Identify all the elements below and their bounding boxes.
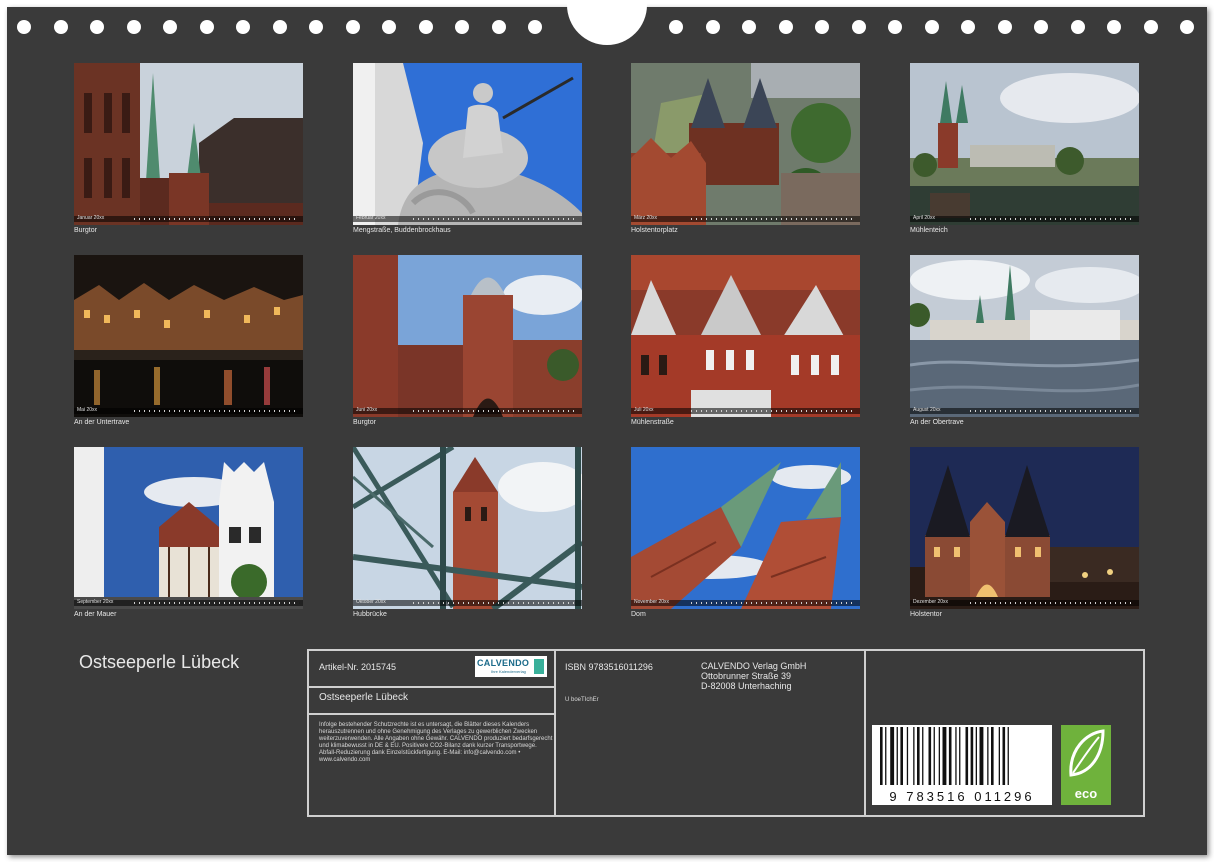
spiral-hole [528,20,542,34]
month-photo-october: Oktober 20xx [353,447,582,609]
spiral-hole [1143,20,1158,34]
month-caption: An der Untertrave [74,419,130,426]
article-number: Artikel-Nr. 2015745 [319,662,397,672]
month-caption: Mühlenteich [910,227,948,234]
spiral-hole [345,20,360,34]
spiral-hole [382,20,396,34]
spiral-hole [236,20,250,34]
month-photo-january: Januar 20xx [74,63,303,225]
spiral-hole [272,20,287,34]
spiral-hole [309,20,323,34]
spiral-hole [126,20,141,34]
divider [309,686,554,688]
barcode-icon [880,727,1009,785]
month-strip: September 20xx [74,599,303,606]
spiral-hole [1107,20,1121,34]
spiral-hole [924,20,939,34]
month-strip: November 20xx [631,599,860,606]
barcode-digits: 9 783516 011296 [889,789,1035,804]
month-strip: Dezember 20xx [910,599,1139,606]
month-caption: Dom [631,611,646,618]
month-caption: Burgtor [353,419,376,426]
leaf-icon [1069,729,1105,777]
month-caption: Hubbrücke [353,611,387,618]
calvendo-logo: CALVENDO Ihre Kalenderverlag [475,656,547,677]
spiral-hole [1070,20,1085,34]
spiral-hole [961,20,975,34]
calendar-logo-icon [534,659,544,674]
logo-subtext: Ihre Kalenderverlag [491,669,526,674]
month-photo-may: Mai 20xx [74,255,303,417]
eco-label: eco [1074,786,1098,801]
month-photo-march: März 20xx [631,63,860,225]
spiral-hole [997,20,1012,34]
barcode: 9 783516 011296 [872,725,1052,805]
month-caption: An der Obertrave [910,419,964,426]
spiral-hole [669,20,683,34]
month-photo-august: August 20xx [910,255,1139,417]
calendar-title: Ostseeperle Lübeck [79,652,240,672]
spiral-hole [705,20,720,34]
publisher-line: CALVENDO Verlag GmbH [701,661,807,671]
month-caption: Holstentorplatz [631,227,678,234]
spiral-hole [1180,20,1194,34]
month-photo-december: Dezember 20xx [910,447,1139,609]
month-strip: April 20xx [910,215,1139,222]
month-caption: An der Mauer [74,611,117,618]
month-strip: Februar 20xx [353,215,582,222]
eco-badge: eco [1061,725,1111,805]
logo-text: CALVENDO [477,658,530,668]
spiral-hole [815,20,829,34]
month-strip: Mai 20xx [74,407,303,414]
isbn: ISBN 9783516011296 [565,662,653,672]
month-strip: Oktober 20xx [353,599,582,606]
divider [309,713,554,715]
month-strip: August 20xx [910,407,1139,414]
month-strip: Juni 20xx [353,407,582,414]
month-photo-november: November 20xx [631,447,860,609]
spiral-hole [491,20,506,34]
month-caption: Mühlenstraße [631,419,674,426]
month-photo-september: September 20xx [74,447,303,609]
month-photo-february: Februar 20xx [353,63,582,225]
month-strip: März 20xx [631,215,860,222]
calendar-back-sheet: Januar 20xx Burgtor Februar 20xx Mengstr… [7,0,1207,855]
month-caption: Burgtor [74,227,97,234]
spiral-hole [851,20,866,34]
spiral-hole [1034,20,1048,34]
publisher-line: D-82008 Unterhaching [701,681,792,691]
spiral-hole [455,20,469,34]
publisher-address: CALVENDO Verlag GmbH Ottobrunner Straße … [701,661,806,691]
month-photo-april: April 20xx [910,63,1139,225]
month-photo-june: Juni 20xx [353,255,582,417]
spiral-hole [888,20,902,34]
hanger-notch [567,0,647,45]
legal-text: Infolge bestehender Schutzrechte ist es … [319,722,553,763]
spiral-hole [90,20,104,34]
spiral-hole [418,20,433,34]
month-caption: Mengstraße, Buddenbrockhaus [353,227,451,234]
divider [864,651,866,815]
spiral-hole [199,20,214,34]
spiral-hole [742,20,756,34]
spiral-hole [778,20,793,34]
month-caption: Holstentor [910,611,942,618]
spiral-hole [53,20,68,34]
month-photo-july: Juli 20xx [631,255,860,417]
product-code: U boeTIchEr [565,697,599,703]
info-box: Artikel-Nr. 2015745 CALVENDO Ihre Kalend… [307,649,1145,817]
spiral-hole [17,20,31,34]
publisher-line: Ottobrunner Straße 39 [701,671,792,681]
product-title: Ostseeperle Lübeck [319,692,408,703]
month-strip: Juli 20xx [631,407,860,414]
month-strip: Januar 20xx [74,215,303,222]
spiral-hole [163,20,177,34]
